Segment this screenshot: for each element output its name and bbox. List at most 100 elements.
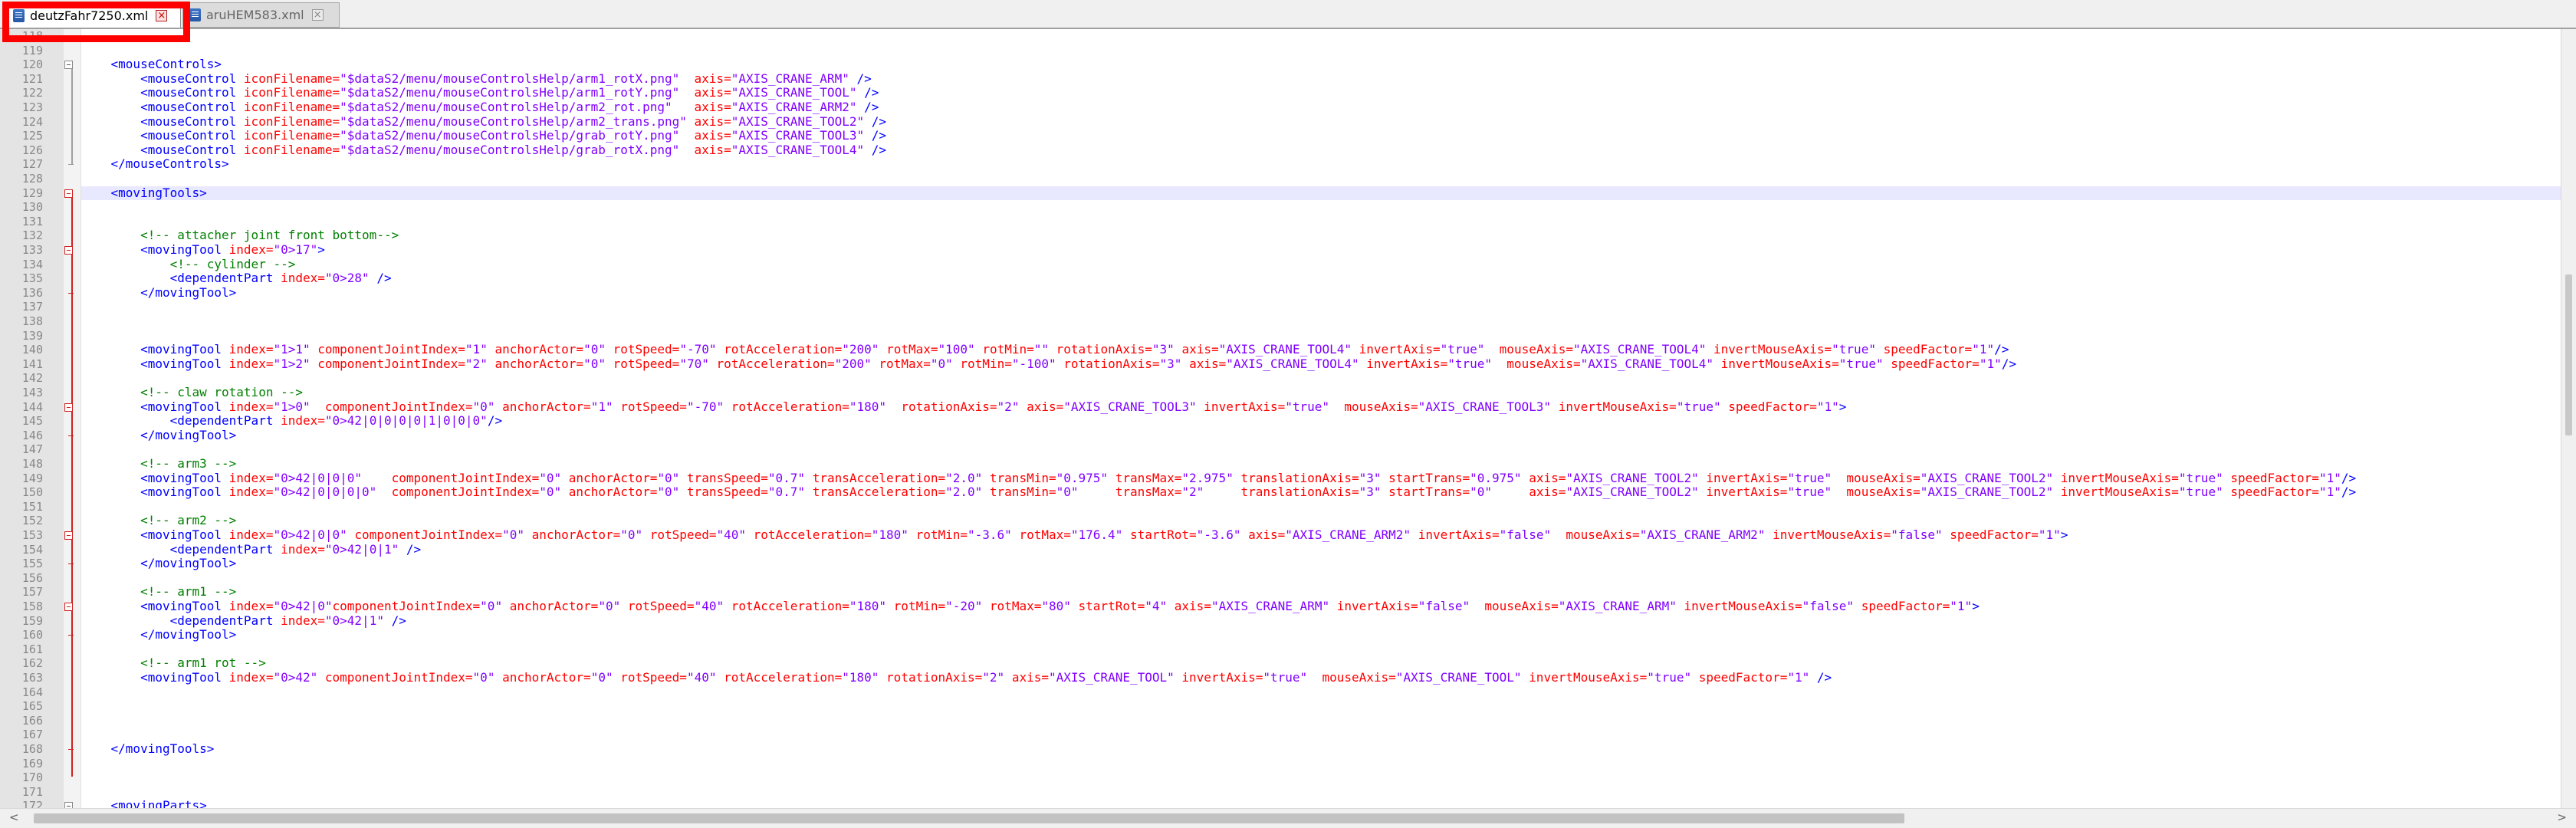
code-line[interactable]: 148 <!-- arm3 --> (22, 456, 2576, 472)
code-line[interactable]: 135 <dependentPart index="0>28" /> (22, 271, 2576, 286)
code-line[interactable]: 140 <movingTool index="1>1" componentJoi… (22, 342, 2576, 357)
code-line[interactable]: 154 <dependentPart index="0>42|0|1" /> (22, 542, 2576, 557)
code-line[interactable]: 168 </movingTools> (22, 741, 2576, 757)
line-number: 156 (21, 570, 43, 585)
code-token: "AXIS_CRANE_TOOL3" (731, 128, 865, 143)
code-line[interactable]: 169 (22, 757, 2576, 771)
code-line[interactable]: 125 <mouseControl iconFilename="$dataS2/… (22, 128, 2576, 143)
code-line[interactable]: 132 <!-- attacher joint front bottom--> (22, 228, 2576, 243)
code-line[interactable]: 138 (22, 314, 2576, 329)
vertical-scrollbar[interactable] (2561, 29, 2576, 808)
code-token: index= (228, 527, 274, 542)
code-line[interactable]: 126 <mouseControl iconFilename="$dataS2/… (22, 143, 2576, 158)
code-line[interactable]: 158 <movingTool index="0>42|0"componentJ… (22, 599, 2576, 614)
code-line[interactable]: 128 (22, 172, 2576, 186)
code-line[interactable]: 121 <mouseControl iconFilename="$dataS2/… (22, 71, 2576, 87)
code-line[interactable]: 153 <movingTool index="0>42|0|0" compone… (22, 527, 2576, 543)
fold-toggle-icon[interactable] (64, 61, 73, 70)
code-line[interactable]: 149 <movingTool index="0>42|0|0|0" compo… (22, 471, 2576, 486)
code-line[interactable]: 136 </movingTool> (22, 285, 2576, 301)
fold-toggle-icon[interactable] (64, 402, 73, 412)
close-icon[interactable]: × (311, 9, 324, 21)
code-line[interactable]: 119 (22, 44, 2576, 58)
horizontal-scrollbar-thumb[interactable] (34, 813, 1904, 823)
code-line[interactable]: 152 <!-- arm2 --> (22, 514, 2576, 528)
code-token: speedFactor= (1883, 342, 1973, 357)
scroll-right-icon[interactable]: > (2557, 810, 2567, 824)
code-token: "AXIS_CRANE_TOOL2" (1566, 485, 1699, 500)
code-editor[interactable]: 118 119 120 <mouseControls> 121 <mouseContr… (0, 29, 2576, 808)
code-line[interactable]: 163 <movingTool index="0>42" componentJo… (22, 670, 2576, 685)
horizontal-scrollbar[interactable]: < > (0, 808, 2576, 828)
code-line[interactable]: 166 (22, 714, 2576, 728)
code-line[interactable]: 146 </movingTool> (22, 428, 2576, 443)
fold-toggle-icon[interactable] (64, 531, 73, 540)
code-line[interactable]: 127 </mouseControls> (22, 157, 2576, 172)
code-line[interactable]: 157 <!-- arm1 --> (22, 585, 2576, 600)
code-token: </movingTool> (140, 556, 237, 571)
code-line[interactable]: 150 <movingTool index="0>42|0|0|0|0" com… (22, 485, 2576, 500)
code-line[interactable]: 129 <movingTools> (22, 186, 2576, 201)
code-line[interactable]: 139 (22, 329, 2576, 343)
code-line[interactable]: 167 (22, 728, 2576, 742)
line-number: 169 (21, 756, 43, 770)
code-line[interactable]: 137 (22, 300, 2576, 314)
code-line[interactable]: 120 <mouseControls> (22, 57, 2576, 72)
code-line[interactable]: 144 <movingTool index="1>0" componentJoi… (22, 399, 2576, 415)
code-text: <!-- claw rotation --> (81, 385, 303, 400)
code-line[interactable]: 160 </movingTool> (22, 627, 2576, 642)
code-area[interactable]: 118 119 120 <mouseControls> 121 <mouseContr… (22, 29, 2576, 808)
code-text: <dependentPart index="0>42|0|0|0|0|1|0|0… (81, 413, 503, 429)
code-token: startRot= (1078, 599, 1145, 613)
code-line[interactable]: 156 (22, 571, 2576, 586)
code-line[interactable]: 141 <movingTool index="1>2" componentJoi… (22, 356, 2576, 372)
close-icon[interactable]: × (156, 9, 168, 21)
code-text: <movingTools> (81, 186, 207, 201)
code-line[interactable]: 165 (22, 699, 2576, 714)
fold-toggle-icon[interactable] (64, 246, 73, 255)
line-number: 160 (21, 628, 43, 642)
code-token: axis= (694, 85, 731, 100)
code-line[interactable]: 123 <mouseControl iconFilename="$dataS2/… (22, 100, 2576, 115)
code-line[interactable]: 124 <mouseControl iconFilename="$dataS2/… (22, 114, 2576, 130)
code-line[interactable]: 172 <movingParts> (22, 799, 2576, 808)
code-token: axis= (1248, 527, 1286, 542)
code-line[interactable]: 143 <!-- claw rotation --> (22, 385, 2576, 400)
code-line[interactable]: 161 (22, 642, 2576, 657)
fold-toggle-icon[interactable] (64, 603, 73, 611)
code-line[interactable]: 134 <!-- cylinder --> (22, 257, 2576, 272)
code-token: speedFactor= (1891, 356, 1980, 371)
code-line[interactable]: 170 (22, 770, 2576, 785)
code-line[interactable]: 133 <movingTool index="0>17"> (22, 242, 2576, 258)
code-token: rotSpeed= (627, 599, 695, 613)
code-line[interactable]: 164 (22, 685, 2576, 700)
code-line[interactable]: 159 <dependentPart index="0>42|1" /> (22, 613, 2576, 629)
code-line[interactable]: 147 (22, 442, 2576, 457)
code-line[interactable]: 131 (22, 215, 2576, 229)
code-token: /> (487, 413, 503, 429)
code-line[interactable]: 151 (22, 500, 2576, 514)
code-token: invertMouseAxis= (1714, 342, 1832, 357)
code-line[interactable]: 162 <!-- arm1 rot --> (22, 656, 2576, 671)
fold-toggle-icon[interactable] (64, 189, 73, 198)
code-line[interactable]: 118 (22, 29, 2576, 44)
scroll-left-icon[interactable]: < (9, 810, 19, 824)
code-line[interactable]: 171 (22, 785, 2576, 800)
tab-aruhem583-xml[interactable]: aruHEM583.xml × (182, 2, 340, 28)
fold-toggle-icon[interactable] (64, 802, 73, 808)
fold-end-marker (68, 635, 74, 636)
code-line[interactable]: 122 <mouseControl iconFilename="$dataS2/… (22, 85, 2576, 100)
code-line[interactable]: 142 (22, 371, 2576, 386)
code-token: rotationAxis= (1056, 342, 1152, 357)
code-token: rotSpeed= (620, 670, 687, 685)
vertical-scrollbar-thumb[interactable] (2565, 274, 2572, 435)
line-number: 141 (21, 356, 43, 371)
code-line[interactable]: 155 </movingTool> (22, 556, 2576, 571)
tab-deutzfahr7250-xml[interactable]: deutzFahr7250.xml × (6, 2, 181, 28)
code-line[interactable]: 130 (22, 200, 2576, 215)
code-line[interactable]: 145 <dependentPart index="0>42|0|0|0|0|1… (22, 413, 2576, 429)
